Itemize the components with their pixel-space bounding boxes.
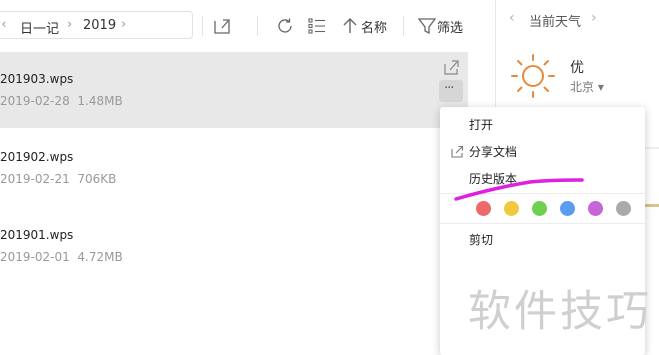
panel-accent-line bbox=[645, 204, 659, 207]
chevron-right-icon[interactable]: › bbox=[591, 10, 597, 26]
sun-icon bbox=[511, 54, 555, 98]
refresh-icon[interactable] bbox=[274, 15, 296, 37]
file-date: 2019-02-21 bbox=[0, 172, 70, 186]
file-date: 2019-02-28 bbox=[0, 94, 70, 108]
air-quality-label: 优 bbox=[570, 60, 584, 76]
export-icon[interactable] bbox=[211, 15, 233, 37]
file-date: 2019-02-01 bbox=[0, 250, 70, 264]
tag-color-gray[interactable] bbox=[616, 201, 631, 216]
chevron-left-double-icon: ‹‹ bbox=[0, 17, 7, 32]
tag-color-purple[interactable] bbox=[588, 201, 603, 216]
share-icon bbox=[451, 145, 464, 158]
file-row[interactable]: 201901.wps 2019-02-01 4.72MB bbox=[0, 208, 468, 284]
chevron-right-icon: › bbox=[67, 17, 73, 32]
watermark-text: 软件技巧 bbox=[468, 287, 652, 337]
file-name: 201902.wps bbox=[0, 150, 74, 164]
file-row[interactable]: 201902.wps 2019-02-21 706KB bbox=[0, 130, 468, 206]
file-meta: 2019-02-21 706KB bbox=[0, 172, 116, 186]
toolbar-divider bbox=[257, 16, 258, 36]
file-size: 706KB bbox=[77, 172, 117, 186]
file-meta: 2019-02-01 4.72MB bbox=[0, 250, 123, 264]
menu-item-label: 分享文档 bbox=[469, 145, 518, 159]
chevron-left-icon[interactable]: ‹ bbox=[509, 10, 515, 26]
filter-icon[interactable] bbox=[416, 15, 438, 37]
city-name: 北京 bbox=[570, 80, 595, 94]
dropdown-caret-icon: ▾ bbox=[594, 80, 604, 94]
menu-item-open[interactable]: 打开 bbox=[440, 111, 645, 138]
menu-item-cut[interactable]: 剪切 bbox=[440, 226, 645, 253]
list-view-icon[interactable] bbox=[306, 15, 328, 37]
more-button[interactable]: ··· bbox=[439, 80, 463, 102]
sort-label[interactable]: 名称 bbox=[361, 17, 387, 36]
breadcrumb-item-1[interactable]: 2019 bbox=[83, 18, 116, 33]
more-icon: ··· bbox=[444, 81, 454, 96]
breadcrumb-item-0[interactable]: 日一记 bbox=[20, 18, 59, 37]
toolbar-divider bbox=[403, 16, 404, 36]
file-size: 1.48MB bbox=[77, 94, 123, 108]
file-row[interactable]: 201903.wps 2019-02-28 1.48MB ··· bbox=[0, 52, 468, 128]
filter-label[interactable]: 筛选 bbox=[437, 17, 463, 36]
underline-annotation bbox=[454, 178, 584, 201]
weather-title: 当前天气 bbox=[529, 15, 582, 30]
menu-item-label: 剪切 bbox=[469, 233, 494, 247]
share-icon[interactable] bbox=[440, 56, 462, 78]
breadcrumb[interactable]: ‹‹ 日一记 › 2019 › bbox=[0, 11, 193, 39]
file-name: 201903.wps bbox=[0, 72, 74, 86]
chevron-right-icon: › bbox=[121, 17, 127, 32]
file-size: 4.72MB bbox=[77, 250, 123, 264]
menu-divider bbox=[440, 223, 645, 224]
file-name: 201901.wps bbox=[0, 228, 74, 242]
toolbar-divider bbox=[202, 16, 203, 36]
sort-arrow-icon[interactable] bbox=[339, 15, 361, 37]
city-selector[interactable]: 北京 ▾ bbox=[570, 78, 604, 95]
panel-line bbox=[645, 147, 659, 149]
menu-item-share[interactable]: 分享文档 bbox=[440, 138, 645, 165]
menu-item-label: 打开 bbox=[469, 118, 494, 132]
file-meta: 2019-02-28 1.48MB bbox=[0, 94, 123, 108]
